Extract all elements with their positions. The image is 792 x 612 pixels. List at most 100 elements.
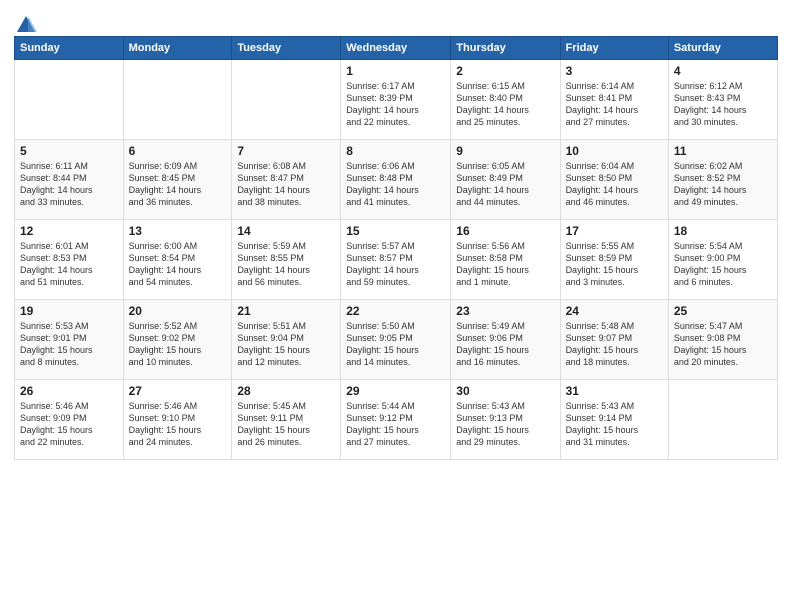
day-info: Sunrise: 5:51 AM Sunset: 9:04 PM Dayligh… [237,320,335,369]
header [14,10,778,32]
day-number: 26 [20,384,118,398]
calendar-cell: 30 Sunrise: 5:43 AM Sunset: 9:13 PM Dayli… [451,380,560,460]
day-number: 6 [129,144,227,158]
day-info: Sunrise: 5:43 AM Sunset: 9:13 PM Dayligh… [456,400,554,449]
calendar-cell: 24 Sunrise: 5:48 AM Sunset: 9:07 PM Dayli… [560,300,668,380]
calendar-cell: 15 Sunrise: 5:57 AM Sunset: 8:57 PM Dayli… [341,220,451,300]
calendar-cell: 1Sunrise: 6:17 AM Sunset: 8:39 PM Daylig… [341,60,451,140]
day-info: Sunrise: 6:01 AM Sunset: 8:53 PM Dayligh… [20,240,118,289]
day-number: 3 [566,64,663,78]
day-number: 29 [346,384,445,398]
day-number: 9 [456,144,554,158]
calendar-cell: 17 Sunrise: 5:55 AM Sunset: 8:59 PM Dayli… [560,220,668,300]
calendar-cell: 20 Sunrise: 5:52 AM Sunset: 9:02 PM Dayli… [123,300,232,380]
calendar-cell: 3 Sunrise: 6:14 AM Sunset: 8:41 PM Daylig… [560,60,668,140]
calendar-cell [123,60,232,140]
calendar-cell: 10 Sunrise: 6:04 AM Sunset: 8:50 PM Dayli… [560,140,668,220]
day-number: 1 [346,64,445,78]
calendar-cell [15,60,124,140]
day-info: Sunrise: 5:44 AM Sunset: 9:12 PM Dayligh… [346,400,445,449]
calendar-week-row: 1Sunrise: 6:17 AM Sunset: 8:39 PM Daylig… [15,60,778,140]
calendar-cell [232,60,341,140]
day-number: 22 [346,304,445,318]
day-number: 25 [674,304,772,318]
calendar-cell: 9 Sunrise: 6:05 AM Sunset: 8:49 PM Daylig… [451,140,560,220]
weekday-header: Monday [123,37,232,60]
day-info: Sunrise: 5:47 AM Sunset: 9:08 PM Dayligh… [674,320,772,369]
day-number: 2 [456,64,554,78]
calendar-cell: 18 Sunrise: 5:54 AM Sunset: 9:00 PM Dayli… [668,220,777,300]
calendar-cell: 6Sunrise: 6:09 AM Sunset: 8:45 PM Daylig… [123,140,232,220]
calendar-cell: 14 Sunrise: 5:59 AM Sunset: 8:55 PM Dayli… [232,220,341,300]
day-info: Sunrise: 6:05 AM Sunset: 8:49 PM Dayligh… [456,160,554,209]
day-number: 24 [566,304,663,318]
calendar-cell: 26Sunrise: 5:46 AM Sunset: 9:09 PM Dayli… [15,380,124,460]
day-info: Sunrise: 5:45 AM Sunset: 9:11 PM Dayligh… [237,400,335,449]
day-number: 21 [237,304,335,318]
calendar-week-row: 12 Sunrise: 6:01 AM Sunset: 8:53 PM Dayli… [15,220,778,300]
calendar-cell: 21 Sunrise: 5:51 AM Sunset: 9:04 PM Dayli… [232,300,341,380]
day-number: 20 [129,304,227,318]
calendar-cell: 28 Sunrise: 5:45 AM Sunset: 9:11 PM Dayli… [232,380,341,460]
weekday-header: Thursday [451,37,560,60]
day-number: 4 [674,64,772,78]
day-number: 31 [566,384,663,398]
day-number: 17 [566,224,663,238]
calendar-week-row: 19 Sunrise: 5:53 AM Sunset: 9:01 PM Dayli… [15,300,778,380]
calendar-cell: 29 Sunrise: 5:44 AM Sunset: 9:12 PM Dayli… [341,380,451,460]
calendar-cell: 5 Sunrise: 6:11 AM Sunset: 8:44 PM Daylig… [15,140,124,220]
day-info: Sunrise: 5:53 AM Sunset: 9:01 PM Dayligh… [20,320,118,369]
day-info: Sunrise: 5:55 AM Sunset: 8:59 PM Dayligh… [566,240,663,289]
day-info: Sunrise: 5:54 AM Sunset: 9:00 PM Dayligh… [674,240,772,289]
calendar-cell: 22 Sunrise: 5:50 AM Sunset: 9:05 PM Dayli… [341,300,451,380]
day-number: 27 [129,384,227,398]
day-info: Sunrise: 5:48 AM Sunset: 9:07 PM Dayligh… [566,320,663,369]
day-info: Sunrise: 5:50 AM Sunset: 9:05 PM Dayligh… [346,320,445,369]
calendar-cell: 12 Sunrise: 6:01 AM Sunset: 8:53 PM Dayli… [15,220,124,300]
logo [14,14,37,32]
day-number: 13 [129,224,227,238]
calendar-cell: 8Sunrise: 6:06 AM Sunset: 8:48 PM Daylig… [341,140,451,220]
weekday-header: Friday [560,37,668,60]
day-number: 15 [346,224,445,238]
day-info: Sunrise: 5:59 AM Sunset: 8:55 PM Dayligh… [237,240,335,289]
weekday-header: Saturday [668,37,777,60]
page-container: SundayMondayTuesdayWednesdayThursdayFrid… [0,0,792,470]
day-info: Sunrise: 6:11 AM Sunset: 8:44 PM Dayligh… [20,160,118,209]
day-info: Sunrise: 5:52 AM Sunset: 9:02 PM Dayligh… [129,320,227,369]
weekday-header: Wednesday [341,37,451,60]
day-number: 10 [566,144,663,158]
day-info: Sunrise: 6:00 AM Sunset: 8:54 PM Dayligh… [129,240,227,289]
day-number: 18 [674,224,772,238]
calendar-cell: 16Sunrise: 5:56 AM Sunset: 8:58 PM Dayli… [451,220,560,300]
day-number: 12 [20,224,118,238]
day-number: 8 [346,144,445,158]
day-number: 5 [20,144,118,158]
day-number: 19 [20,304,118,318]
day-number: 28 [237,384,335,398]
day-info: Sunrise: 5:43 AM Sunset: 9:14 PM Dayligh… [566,400,663,449]
day-number: 14 [237,224,335,238]
day-info: Sunrise: 5:57 AM Sunset: 8:57 PM Dayligh… [346,240,445,289]
calendar-header-row: SundayMondayTuesdayWednesdayThursdayFrid… [15,37,778,60]
day-info: Sunrise: 6:12 AM Sunset: 8:43 PM Dayligh… [674,80,772,129]
calendar-cell: 27 Sunrise: 5:46 AM Sunset: 9:10 PM Dayli… [123,380,232,460]
day-number: 30 [456,384,554,398]
calendar-cell: 7Sunrise: 6:08 AM Sunset: 8:47 PM Daylig… [232,140,341,220]
calendar-cell: 13 Sunrise: 6:00 AM Sunset: 8:54 PM Dayli… [123,220,232,300]
day-info: Sunrise: 5:46 AM Sunset: 9:10 PM Dayligh… [129,400,227,449]
logo-icon [15,14,37,36]
weekday-header: Tuesday [232,37,341,60]
calendar-week-row: 26Sunrise: 5:46 AM Sunset: 9:09 PM Dayli… [15,380,778,460]
day-number: 16 [456,224,554,238]
calendar-cell: 19 Sunrise: 5:53 AM Sunset: 9:01 PM Dayli… [15,300,124,380]
calendar-cell: 2 Sunrise: 6:15 AM Sunset: 8:40 PM Daylig… [451,60,560,140]
calendar-table: SundayMondayTuesdayWednesdayThursdayFrid… [14,36,778,460]
weekday-header: Sunday [15,37,124,60]
day-info: Sunrise: 6:04 AM Sunset: 8:50 PM Dayligh… [566,160,663,209]
calendar-cell: 11Sunrise: 6:02 AM Sunset: 8:52 PM Dayli… [668,140,777,220]
day-info: Sunrise: 6:14 AM Sunset: 8:41 PM Dayligh… [566,80,663,129]
day-info: Sunrise: 5:49 AM Sunset: 9:06 PM Dayligh… [456,320,554,369]
calendar-cell [668,380,777,460]
day-info: Sunrise: 6:15 AM Sunset: 8:40 PM Dayligh… [456,80,554,129]
